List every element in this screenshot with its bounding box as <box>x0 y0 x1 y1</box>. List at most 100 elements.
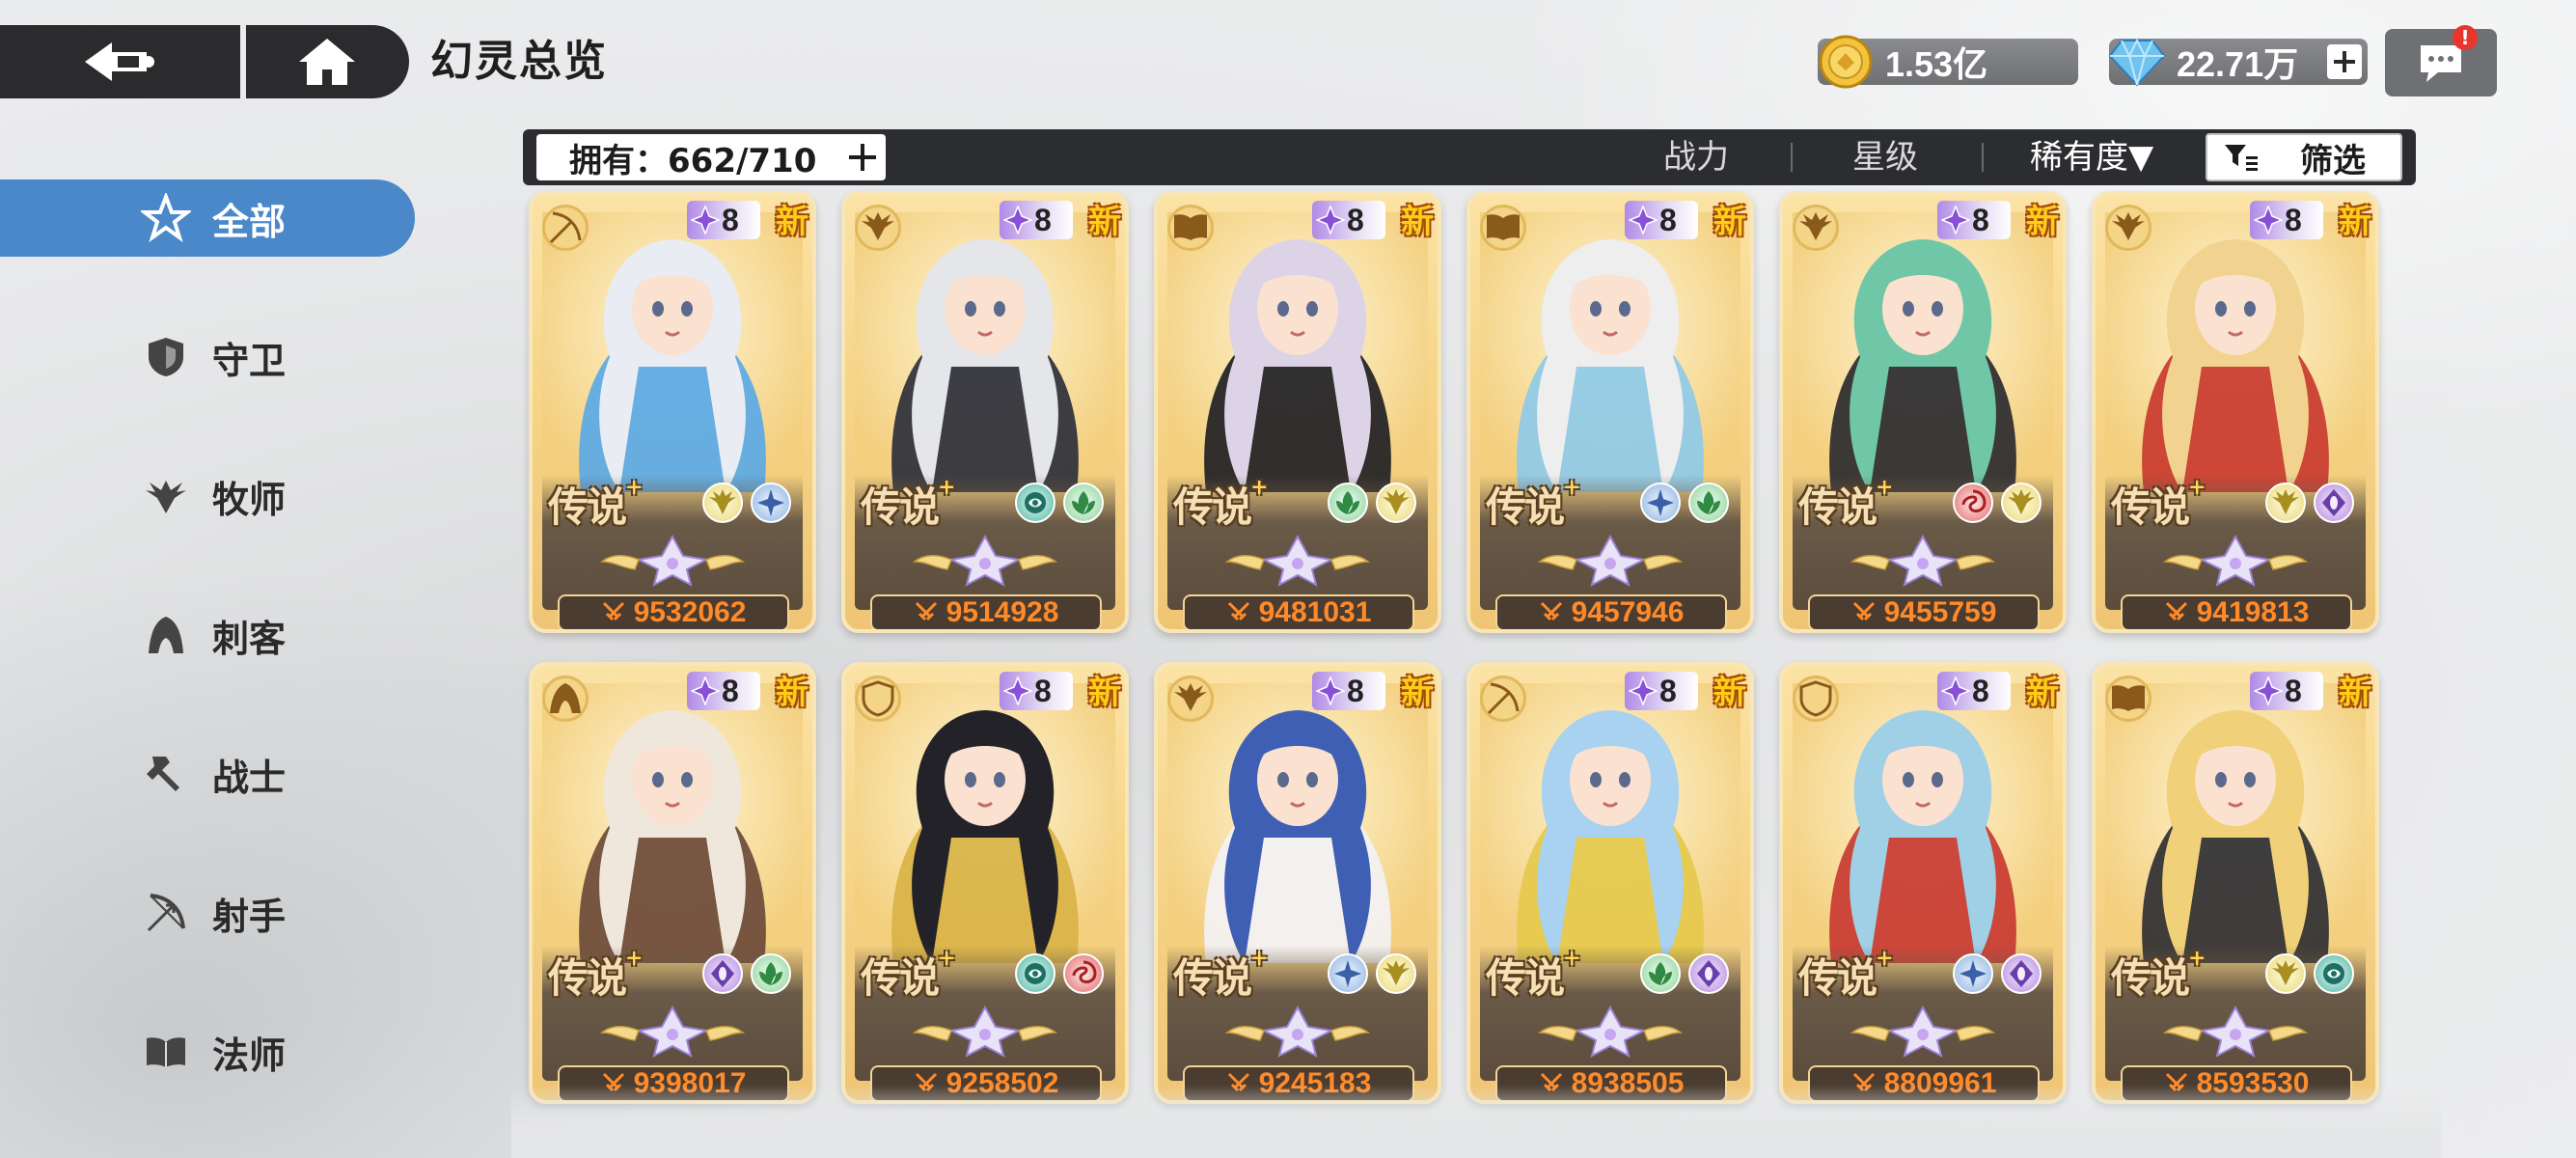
winged-star-emblem-icon <box>913 534 1057 587</box>
star-gem-icon <box>1316 206 1345 234</box>
dark-element-icon <box>2001 953 2042 994</box>
rarity-label: 传说+ <box>548 946 644 1002</box>
hero-card[interactable]: 8 新 传说+ 9419813 <box>2092 191 2379 633</box>
gold-currency[interactable]: 1.53亿 <box>1818 35 2078 89</box>
star-level: 8 <box>1659 673 1677 708</box>
sidebar-item-assassin[interactable]: 刺客 <box>0 596 415 674</box>
winged-star-emblem-icon <box>1850 534 1995 587</box>
hero-card[interactable]: 8 新 传说+ 9481031 <box>1154 191 1441 633</box>
star-level-badge: 8 <box>1312 672 1385 710</box>
new-badge: 新 <box>2026 203 2059 241</box>
star-element-icon <box>1640 482 1681 523</box>
sort-star[interactable]: 星级 <box>1852 129 1918 185</box>
hero-portrait <box>542 683 803 973</box>
star-level: 8 <box>1972 673 1989 708</box>
sidebar-item-archer[interactable]: 射手 <box>0 874 415 951</box>
filter-button[interactable]: 筛选 <box>2206 133 2402 181</box>
dark-element-icon <box>1688 953 1729 994</box>
star-gem-icon <box>1629 206 1658 234</box>
nature-element-icon <box>751 953 791 994</box>
new-badge: 新 <box>1088 674 1121 712</box>
new-badge: 新 <box>1088 203 1121 241</box>
hero-card[interactable]: 8 新 传说+ 9245183 <box>1154 662 1441 1104</box>
hero-portrait <box>1793 683 2053 973</box>
rarity-label: 传说+ <box>1486 475 1581 531</box>
hero-portrait <box>855 212 1115 502</box>
crossed-swords-icon <box>1227 601 1249 621</box>
priest-class-icon <box>1793 205 1839 251</box>
star-level: 8 <box>1347 673 1364 708</box>
combat-power: 9419813 <box>2121 594 2352 629</box>
mage-class-icon <box>2105 676 2151 722</box>
hero-card[interactable]: 8 新 传说+ 9457946 <box>1466 191 1754 633</box>
new-badge: 新 <box>1401 674 1434 712</box>
new-badge: 新 <box>2339 674 2371 712</box>
filter-label: 筛选 <box>2300 141 2366 180</box>
winged-star-emblem-icon <box>1538 1005 1683 1058</box>
sidebar-item-label: 射手 <box>212 895 287 938</box>
combat-power: 9455759 <box>1808 594 2040 629</box>
chat-button[interactable]: ! <box>2385 25 2497 96</box>
divider <box>1791 143 1793 172</box>
light-element-icon <box>2265 953 2306 994</box>
gem-currency[interactable]: 22.71万 <box>2108 38 2368 87</box>
assassin-class-icon <box>542 676 589 722</box>
sidebar-item-all[interactable]: 全部 <box>0 179 415 257</box>
hero-card[interactable]: 8 新 传说+ 9514928 <box>841 191 1129 633</box>
home-button[interactable] <box>245 25 409 98</box>
rarity-label: 传说+ <box>2111 946 2206 1002</box>
mage-book-icon <box>137 1023 195 1081</box>
hero-card[interactable]: 8 新 传说+ 9532062 <box>529 191 816 633</box>
hero-card[interactable]: 8 新 传说+ 8593530 <box>2092 662 2379 1104</box>
sidebar-item-mage[interactable]: 法师 <box>0 1013 415 1090</box>
gold-amount: 1.53亿 <box>1885 44 1988 84</box>
sidebar-item-warrior[interactable]: 战士 <box>0 735 415 813</box>
chat-notification-badge: ! <box>2453 25 2478 50</box>
expand-slots-button[interactable] <box>847 142 878 173</box>
sidebar-item-priest[interactable]: 牧师 <box>0 457 415 535</box>
nature-element-icon <box>1063 482 1104 523</box>
nature-element-icon <box>1640 953 1681 994</box>
hero-card[interactable]: 8 新 传说+ 9398017 <box>529 662 816 1104</box>
back-arrow-icon <box>85 42 155 81</box>
star-level: 8 <box>2285 202 2302 237</box>
hero-portrait <box>2105 212 2366 502</box>
hero-card[interactable]: 8 新 传说+ 9258502 <box>841 662 1129 1104</box>
combat-power: 9532062 <box>558 594 789 629</box>
back-button[interactable] <box>0 25 240 98</box>
star-gem-icon <box>1629 676 1658 705</box>
priest-class-icon <box>1167 676 1214 722</box>
owned-count-box[interactable]: 拥有：662/710 <box>536 134 886 180</box>
plus-icon <box>849 144 876 171</box>
combat-power: 9481031 <box>1183 594 1414 629</box>
star-gem-icon <box>1003 206 1032 234</box>
sort-power[interactable]: 战力 <box>1663 129 1729 185</box>
star-level: 8 <box>1972 202 1989 237</box>
rarity-label: 传说+ <box>1798 475 1894 531</box>
diamond-icon <box>2107 32 2167 92</box>
crossed-swords-icon <box>915 601 937 621</box>
star-level-badge: 8 <box>2250 672 2323 710</box>
power-value: 9532062 <box>633 596 747 628</box>
hero-card[interactable]: 8 新 传说+ 8809961 <box>1779 662 2067 1104</box>
star-level-badge: 8 <box>1937 672 2011 710</box>
combat-power: 9514928 <box>870 594 1102 629</box>
rarity-label: 传说+ <box>1486 946 1581 1002</box>
light-element-icon <box>1376 953 1416 994</box>
winged-star-emblem-icon <box>2163 534 2308 587</box>
star-element-icon <box>1953 953 1993 994</box>
hero-card[interactable]: 8 新 传说+ 8938505 <box>1466 662 1754 1104</box>
add-gem-button[interactable] <box>2327 44 2362 79</box>
star-gem-icon <box>1941 206 1970 234</box>
winged-star-emblem-icon <box>600 534 745 587</box>
combat-power: 9457946 <box>1495 594 1727 629</box>
sort-rarity[interactable]: 稀有度▼ <box>2030 129 2153 185</box>
hero-card[interactable]: 8 新 传说+ 9455759 <box>1779 191 2067 633</box>
winged-star-emblem-icon <box>600 1005 745 1058</box>
star-level: 8 <box>2285 673 2302 708</box>
hero-portrait <box>542 212 803 502</box>
power-value: 9514928 <box>945 596 1059 628</box>
nature-element-icon <box>1328 482 1368 523</box>
light-element-icon <box>2265 482 2306 523</box>
sidebar-item-guard[interactable]: 守卫 <box>0 318 415 396</box>
